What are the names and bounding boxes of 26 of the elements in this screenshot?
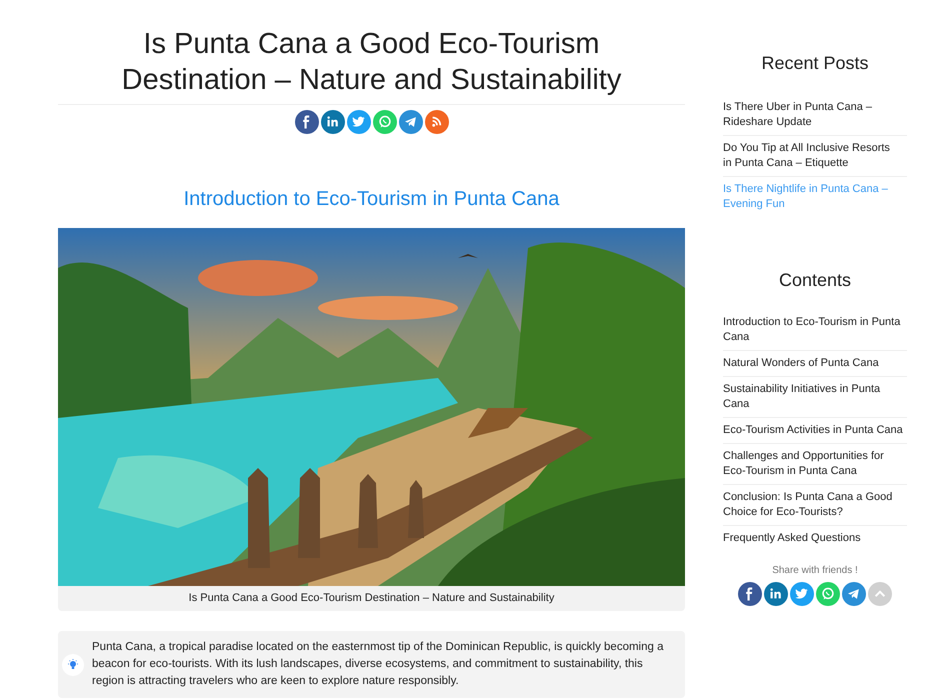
post-link[interactable]: Is There Uber in Punta Cana – Rideshare Update — [723, 95, 907, 136]
share-button[interactable] — [842, 582, 866, 606]
share-button[interactable] — [790, 582, 814, 606]
share-button[interactable] — [424, 110, 448, 134]
contents-link[interactable]: Natural Wonders of Punta Cana — [723, 351, 907, 377]
share-button[interactable] — [764, 582, 788, 606]
contents-link[interactable]: Challenges and Opportunities for Eco-Tourism in Punta Cana — [723, 444, 907, 485]
contents-link[interactable]: Eco-Tourism Activities in Punta Cana — [723, 418, 907, 444]
post-link[interactable]: Do You Tip at All Inclusive Resorts in Punta Cana – Etiquette — [723, 136, 907, 177]
article-title: Is Punta Cana a Good Eco-Tourism Destination – Nature and Sustainability — [120, 27, 622, 98]
section-heading: Introduction to Eco-Tourism in Punta Cana — [182, 187, 560, 212]
share-button[interactable] — [398, 110, 422, 134]
callout-text: Punta Cana, a tropical paradise located on the easternmost tip of the Dominican Republic, is quickly becoming a beacon for eco-tourists. With its lush landscapes, diverse ecosystems, and commitment to sustainability, this region is attracting travelers who are keen to explore nature responsibly. — [92, 640, 664, 689]
share-button[interactable] — [294, 110, 318, 134]
share-button[interactable] — [346, 110, 370, 134]
contents-link[interactable]: Frequently Asked Questions — [723, 526, 907, 551]
lightbulb-icon — [62, 654, 84, 676]
share-label: Share with friends ! — [771, 564, 859, 578]
share-button[interactable] — [320, 110, 344, 134]
share-button[interactable] — [738, 582, 762, 606]
contents-link[interactable]: Introduction to Eco-Tourism in Punta Cana — [723, 310, 907, 351]
image-caption: Is Punta Cana a Good Eco-Tourism Destination – Nature and Sustainability — [188, 591, 554, 606]
widget-title: Recent Posts — [760, 52, 870, 75]
widget-title: Contents — [778, 269, 852, 292]
contents-link[interactable]: Sustainability Initiatives in Punta Cana — [723, 377, 907, 418]
contents-link[interactable]: Conclusion: Is Punta Cana a Good Choice for Eco-Tourists? — [723, 485, 907, 526]
